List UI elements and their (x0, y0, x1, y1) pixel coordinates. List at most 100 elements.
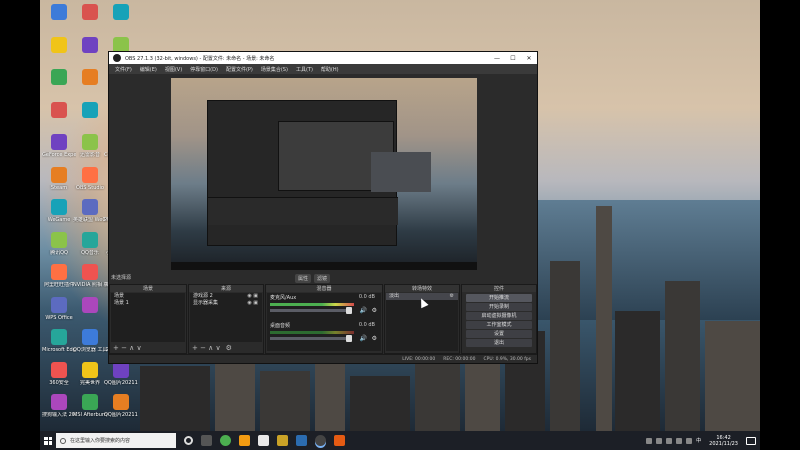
volume-icon[interactable] (686, 437, 693, 444)
desktop-icon[interactable] (42, 101, 76, 120)
input-language[interactable]: 中 (696, 437, 701, 444)
menu-view[interactable]: 视图(V) (165, 66, 182, 73)
start-recording-button[interactable]: 开始录制 (466, 303, 532, 311)
properties-button[interactable]: 属性 (295, 274, 312, 283)
desktop-icon[interactable] (73, 36, 107, 55)
menu-help[interactable]: 帮助(H) (321, 66, 339, 73)
speaker-icon[interactable]: 🔊 (360, 307, 367, 314)
source-item[interactable]: 游戏源 2 ◉ ▣ (190, 293, 262, 300)
desktop-icon[interactable]: QQ浏览器 工具 (73, 329, 107, 353)
scene-item[interactable]: 场景 (111, 293, 185, 300)
mic-volume-slider[interactable] (270, 307, 352, 314)
desktop-icon-label: 完美世界 (79, 379, 100, 386)
menu-tools[interactable]: 工具(T) (296, 66, 313, 73)
start-button[interactable] (40, 431, 56, 450)
eye-lock-icon[interactable]: ◉ ▣ (247, 293, 258, 300)
minimize-button[interactable]: — (489, 55, 505, 62)
preview-canvas[interactable] (171, 78, 477, 270)
desktop-icon-label: 迅雷影音 (79, 152, 100, 158)
gear-icon[interactable]: ⚙ (450, 293, 454, 300)
studio-mode-button[interactable]: 工作室模式 (466, 321, 532, 329)
app-icon-orange[interactable] (334, 435, 345, 446)
eye-lock-icon[interactable]: ◉ ▣ (247, 300, 258, 307)
desktop-icon[interactable]: WPS Office (42, 296, 76, 321)
exit-button[interactable]: 退出 (466, 339, 532, 347)
desktop-icon-label: WeGame (47, 217, 71, 223)
desktop-icon-label: 英雄联盟 WeGame (73, 217, 107, 223)
task-view-icon[interactable] (201, 435, 212, 446)
desktop-icon[interactable]: QQ图片20211110... (104, 361, 138, 386)
notification-center-icon[interactable] (746, 436, 756, 445)
menu-profile[interactable]: 配置文件(P) (226, 66, 253, 73)
desktop-icon[interactable]: 英雄联盟 WeGame (73, 199, 107, 223)
settings-button[interactable]: 设置 (466, 330, 532, 338)
desktop-icon[interactable] (42, 4, 76, 22)
desktop-icon[interactable]: 腾讯QQ (42, 231, 76, 256)
mixer-channel-desktop: 桌面音频 0.0 dB 🔊 ⚙ (270, 322, 377, 342)
desktop-icon[interactable]: 完美世界 (73, 361, 107, 386)
menu-file[interactable]: 文件(F) (115, 66, 132, 73)
scenes-toolbar[interactable]: + − ∧ ∨ (110, 343, 186, 353)
tray-icon[interactable] (656, 437, 663, 444)
desktop-icon[interactable] (73, 4, 107, 22)
app-icon-browser[interactable] (239, 435, 250, 446)
desktop-icon[interactable]: Microsoft Edge (42, 329, 76, 353)
desktop-icon[interactable]: MSI Afterburner (73, 394, 107, 418)
desktop-volume-slider[interactable] (270, 335, 352, 342)
tray-icon[interactable] (666, 437, 673, 444)
taskbar-search[interactable]: 在这里输入你要搜索的内容 (56, 433, 176, 448)
desktop-icon[interactable]: GeForce Experience (42, 134, 76, 158)
app-icon (82, 36, 98, 53)
obs-icon[interactable] (315, 435, 326, 446)
desktop-icon[interactable]: WeGame (42, 199, 76, 223)
source-item[interactable]: 显示器采集 ◉ ▣ (190, 300, 262, 307)
desktop-icon[interactable]: 阿里旺旺插件 (42, 264, 76, 288)
desktop-icon-label: NVIDIA 照相 机 - 画面 (73, 282, 107, 288)
obs-titlebar[interactable]: OBS 27.1.3 (32-bit, windows) - 配置文件: 未命名… (109, 52, 537, 64)
start-virtual-camera-button[interactable]: 启动虚拟摄像机 (466, 312, 532, 320)
network-icon[interactable] (676, 437, 683, 444)
maximize-button[interactable]: ☐ (505, 55, 521, 62)
desktop-icon[interactable]: QQ音乐 (73, 231, 107, 256)
menu-docks[interactable]: 停靠窗口(D) (190, 66, 218, 73)
scene-item[interactable]: 场景 1 (111, 300, 185, 307)
obs-window[interactable]: OBS 27.1.3 (32-bit, windows) - 配置文件: 未命名… (108, 51, 538, 364)
no-source-selected-label: 未选择源 (111, 275, 132, 281)
steam-icon[interactable] (296, 435, 307, 446)
gear-icon[interactable]: ⚙ (226, 344, 232, 352)
tray-icon[interactable] (646, 437, 653, 444)
desktop-icon[interactable]: Steam (42, 166, 76, 191)
gear-icon[interactable]: ⚙ (372, 335, 377, 342)
desktop-icon[interactable] (73, 101, 107, 120)
app-icon (51, 36, 67, 53)
cpu-status: CPU: 0.9%, 30.00 fps (483, 356, 532, 362)
desktop-icon[interactable]: QQ图片20211120... (104, 394, 138, 418)
app-icon-360[interactable] (220, 435, 231, 446)
menu-edit[interactable]: 编辑(E) (140, 66, 157, 73)
desktop-icon-label: QQ浏览器 工具 (73, 347, 107, 353)
desktop-icon[interactable]: 迅雷影音 (73, 134, 107, 158)
desktop-icon[interactable] (42, 36, 76, 55)
desktop-icon[interactable]: NVIDIA 照相 机 - 画面 (73, 264, 107, 288)
cortana-icon[interactable] (184, 436, 193, 445)
scenes-dock: 场景 场景 场景 1 + − ∧ ∨ (109, 284, 187, 354)
app-icon-folder[interactable] (277, 435, 288, 446)
app-icon (82, 199, 98, 215)
desktop-icon-label: QQ图片20211110... (104, 379, 138, 386)
filters-button[interactable]: 滤镜 (314, 274, 331, 283)
menu-scene-collection[interactable]: 场景集合(S) (261, 66, 288, 73)
speaker-icon[interactable]: 🔊 (360, 335, 367, 342)
desktop-icon[interactable]: OBS Studio (73, 166, 107, 191)
app-icon-nvidia[interactable] (258, 435, 269, 446)
taskbar-clock[interactable]: 16:42 2021/11/23 (709, 435, 738, 447)
sources-toolbar[interactable]: + − ∧ ∨ ⚙ (189, 343, 263, 353)
desktop-icon[interactable] (42, 69, 76, 87)
desktop-icon[interactable] (104, 4, 138, 22)
desktop-icon[interactable]: 搜狗输入法 2021... (42, 394, 76, 418)
desktop-icon[interactable]: 360安全 (42, 361, 76, 386)
close-button[interactable]: ✕ (521, 55, 537, 62)
start-streaming-button[interactable]: 开始推流 (466, 294, 532, 302)
desktop-icon[interactable] (73, 296, 107, 315)
gear-icon[interactable]: ⚙ (372, 307, 377, 314)
desktop-icon[interactable] (73, 69, 107, 87)
